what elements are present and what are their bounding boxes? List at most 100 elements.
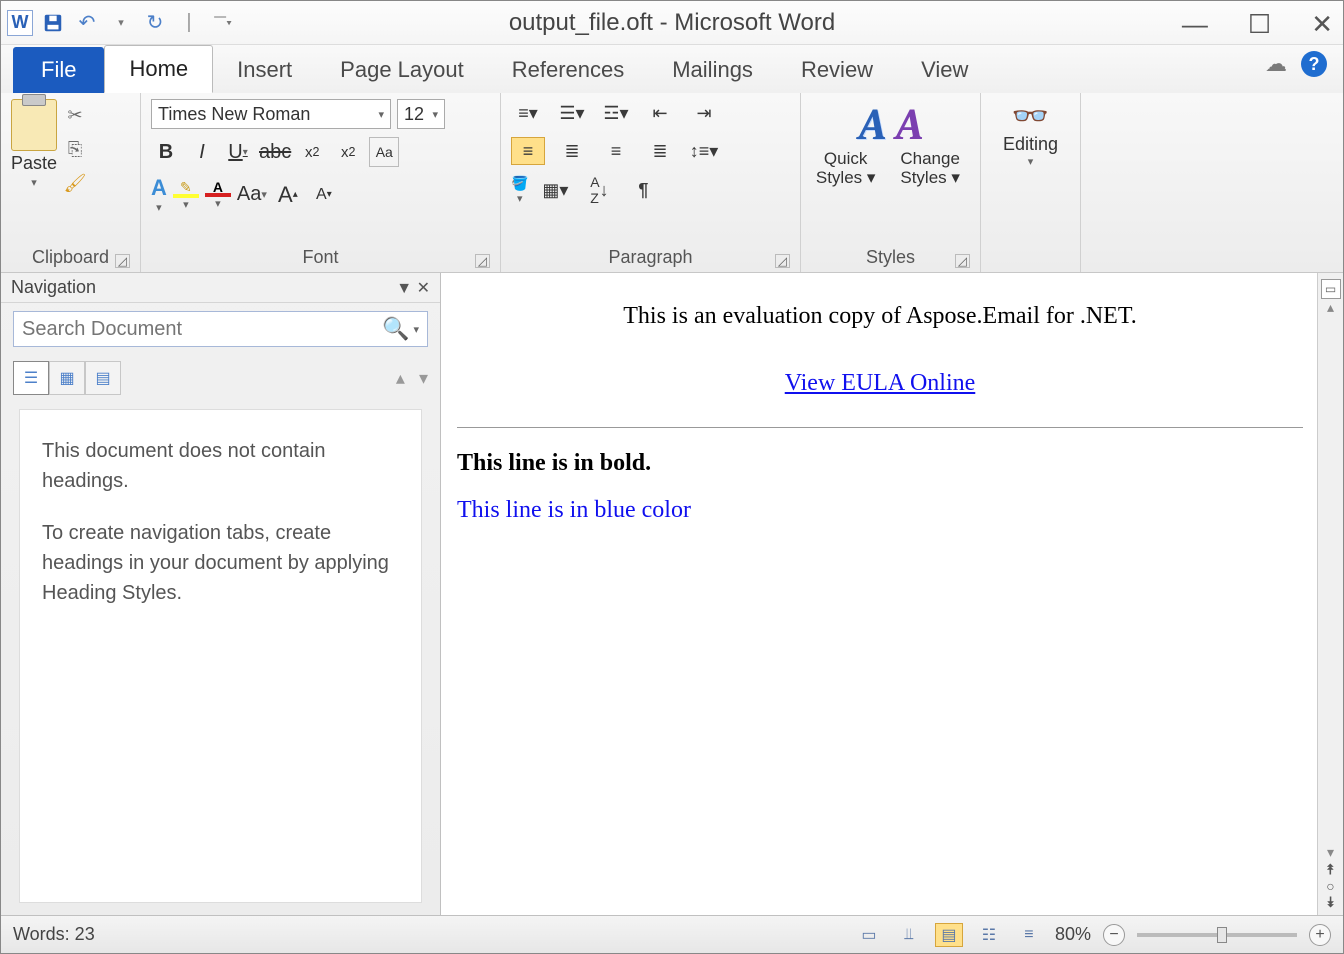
styles-group-label: Styles◿ [811, 243, 970, 272]
borders-button[interactable]: ▦▾ [538, 176, 572, 204]
underline-button[interactable]: U ▾ [223, 137, 253, 167]
quick-styles-button[interactable]: Quick Styles ▾ [811, 150, 880, 187]
tab-insert[interactable]: Insert [213, 47, 316, 93]
word-app-icon[interactable]: W [7, 10, 33, 36]
prev-page-icon[interactable]: ⯭ [1326, 861, 1334, 878]
zoom-out-button[interactable]: − [1103, 924, 1125, 946]
help-icon[interactable]: ? [1301, 51, 1327, 77]
show-marks-button[interactable]: ¶ [626, 176, 660, 204]
tab-view[interactable]: View [897, 47, 992, 93]
outline-view-button[interactable]: ☷ [975, 923, 1003, 947]
tab-home[interactable]: Home [104, 45, 213, 93]
font-dialog-launcher[interactable]: ◿ [475, 254, 490, 268]
web-layout-view-button[interactable]: ▤ [935, 923, 963, 947]
nav-tab-headings[interactable]: ☰ [13, 361, 49, 395]
zoom-slider[interactable] [1137, 933, 1297, 937]
line-spacing-button[interactable]: ↕≡▾ [687, 137, 721, 165]
tab-file[interactable]: File [13, 47, 104, 93]
divider: | [175, 9, 203, 37]
italic-button[interactable]: I [187, 137, 217, 167]
minimize-button[interactable]: — [1182, 9, 1208, 40]
search-input[interactable] [22, 318, 382, 341]
redo-icon[interactable]: ↻ [141, 9, 169, 37]
styles-dialog-launcher[interactable]: ◿ [955, 254, 970, 268]
nav-tab-pages[interactable]: ▦ [49, 361, 85, 395]
editing-button[interactable]: 👓 Editing ▾ [991, 99, 1070, 168]
highlight-button[interactable]: ✎▾ [173, 179, 199, 211]
group-paragraph: ≡▾ ☰▾ ☲▾ ⇤ ⇥ ≡ ≣ ≡ ≣ ↕≡▾ 🪣▾ ▦▾ AZ↓ ¶ Par… [501, 93, 801, 272]
scroll-up-icon[interactable]: ▴ [1327, 299, 1334, 316]
tab-references[interactable]: References [488, 47, 649, 93]
decrease-indent-button[interactable]: ⇤ [643, 99, 677, 127]
scroll-down-icon[interactable]: ▾ [1327, 844, 1334, 861]
tab-page-layout[interactable]: Page Layout [316, 47, 488, 93]
grow-font-button[interactable]: A▴ [273, 180, 303, 210]
character-scaling-button[interactable]: Aa▾ [237, 180, 267, 210]
multilevel-button[interactable]: ☲▾ [599, 99, 633, 127]
close-button[interactable]: ✕ [1311, 9, 1333, 40]
paste-button[interactable]: Paste ▾ [11, 99, 57, 195]
copy-icon[interactable]: ⎘ [63, 137, 87, 161]
window-controls: — ☐ ✕ [1182, 9, 1333, 40]
search-box[interactable]: 🔍▾ [13, 311, 428, 347]
align-center-button[interactable]: ≣ [555, 137, 589, 165]
nav-tab-results[interactable]: ▤ [85, 361, 121, 395]
bullets-button[interactable]: ≡▾ [511, 99, 545, 127]
clipboard-dialog-launcher[interactable]: ◿ [115, 254, 130, 268]
format-painter-icon[interactable]: 🖌 [63, 171, 87, 195]
print-layout-view-button[interactable]: ▭ [855, 923, 883, 947]
tab-mailings[interactable]: Mailings [648, 47, 777, 93]
cloud-icon[interactable]: ☁ [1265, 51, 1287, 77]
zoom-level[interactable]: 80% [1055, 924, 1091, 945]
change-case-button[interactable]: Aa [369, 137, 399, 167]
save-icon[interactable] [39, 9, 67, 37]
undo-icon[interactable]: ↶ [73, 9, 101, 37]
quick-styles-icon[interactable]: A [858, 99, 885, 150]
paste-label: Paste [11, 153, 57, 174]
nav-close-icon[interactable]: ✕ [417, 280, 430, 297]
superscript-button[interactable]: x2 [333, 137, 363, 167]
cut-icon[interactable]: ✂ [63, 103, 87, 127]
font-name-combo[interactable]: Times New Roman▾ [151, 99, 391, 129]
justify-button[interactable]: ≣ [643, 137, 677, 165]
split-view-icon[interactable]: ▭ [1321, 279, 1341, 299]
nav-menu-icon[interactable]: ▼ [396, 280, 412, 297]
shading-button[interactable]: 🪣▾ [511, 175, 528, 205]
full-screen-view-button[interactable]: ⫫ [895, 923, 923, 947]
group-clipboard: Paste ▾ ✂ ⎘ 🖌 Clipboard◿ [1, 93, 141, 272]
zoom-in-button[interactable]: + [1309, 924, 1331, 946]
draft-view-button[interactable]: ≡ [1015, 923, 1043, 947]
qat-dropdown-icon[interactable]: ▾ [107, 9, 135, 37]
browse-object-icon[interactable]: ○ [1326, 878, 1334, 894]
tab-review[interactable]: Review [777, 47, 897, 93]
nav-prev-icon[interactable]: ▴ [396, 368, 405, 389]
paragraph-group-label: Paragraph◿ [511, 243, 790, 272]
nav-message-2: To create navigation tabs, create headin… [42, 518, 399, 608]
word-count[interactable]: Words: 23 [13, 924, 95, 945]
change-styles-button[interactable]: Change Styles ▾ [890, 150, 970, 187]
ribbon-tabs: File Home Insert Page Layout References … [1, 45, 1343, 93]
strikethrough-button[interactable]: abc [259, 137, 291, 167]
font-size-combo[interactable]: 12▾ [397, 99, 445, 129]
eula-link[interactable]: View EULA Online [785, 370, 976, 397]
numbering-button[interactable]: ☰▾ [555, 99, 589, 127]
paragraph-dialog-launcher[interactable]: ◿ [775, 254, 790, 268]
shrink-font-button[interactable]: A▾ [309, 180, 339, 210]
align-right-button[interactable]: ≡ [599, 137, 633, 165]
change-styles-icon[interactable]: A [896, 99, 923, 150]
customize-qat-icon[interactable]: ⎺▾ [209, 9, 237, 37]
font-color-button[interactable]: A▾ [205, 179, 231, 210]
text-effects-button[interactable]: A▾ [151, 175, 167, 214]
nav-next-icon[interactable]: ▾ [419, 368, 428, 389]
increase-indent-button[interactable]: ⇥ [687, 99, 721, 127]
align-left-button[interactable]: ≡ [511, 137, 545, 165]
maximize-button[interactable]: ☐ [1248, 9, 1271, 40]
next-page-icon[interactable]: ⯯ [1326, 894, 1334, 911]
vertical-scrollbar[interactable]: ▭ ▴ ▾ ⯭ ○ ⯯ [1317, 273, 1343, 917]
sort-button[interactable]: AZ↓ [582, 176, 616, 204]
search-icon[interactable]: 🔍 [382, 316, 409, 342]
document-area[interactable]: This is an evaluation copy of Aspose.Ema… [441, 273, 1343, 917]
subscript-button[interactable]: x2 [297, 137, 327, 167]
quick-access-toolbar: W ↶ ▾ ↻ | ⎺▾ [1, 9, 237, 37]
bold-button[interactable]: B [151, 137, 181, 167]
